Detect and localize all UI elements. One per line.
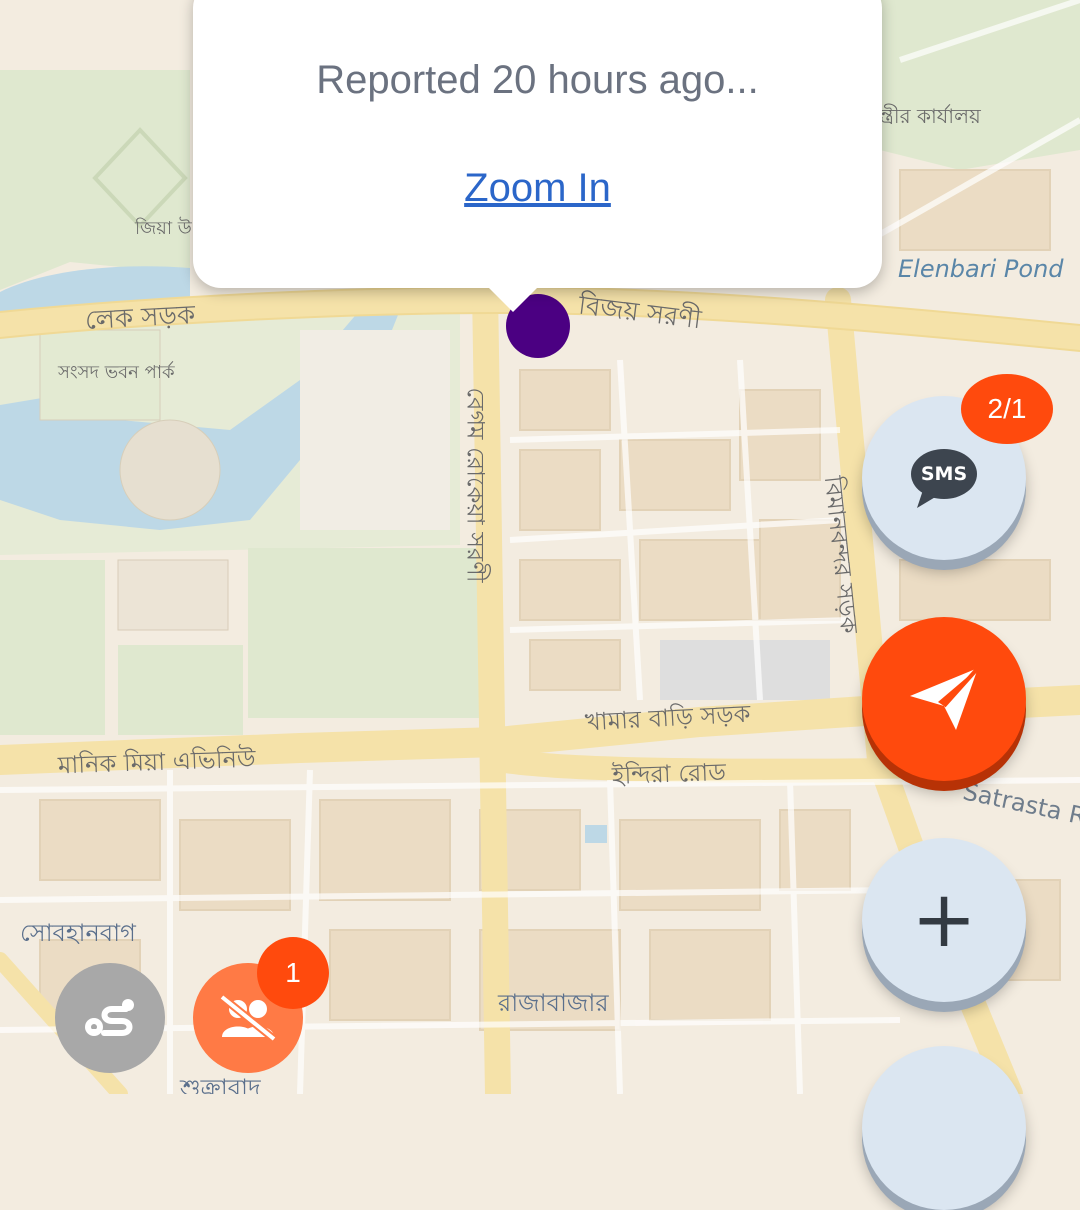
send-report-button[interactable]: [862, 617, 1026, 781]
plus-icon: +: [911, 875, 977, 965]
map-label-rajabazar: রাজাবাজার: [498, 989, 609, 1017]
map-label-shukrabad: শুক্রাবাদ: [180, 1074, 261, 1094]
map-label-sobhanbag: সোবহানবাগ: [20, 919, 136, 947]
zoom-in-link[interactable]: Zoom In: [193, 166, 882, 211]
paper-plane-icon: [910, 666, 980, 730]
report-popup: Reported 20 hours ago... Zoom In: [193, 0, 882, 288]
popup-tail: [487, 286, 539, 312]
sms-icon-label: SMS: [920, 463, 968, 485]
sms-count-badge: 2/1: [961, 374, 1053, 444]
sms-icon: SMS: [909, 448, 979, 508]
crowd-count-badge: 1: [257, 937, 329, 1009]
map-label-indira-road: ইন্দিরা রোড: [611, 758, 727, 790]
report-time-text: Reported 20 hours ago...: [316, 58, 759, 102]
map-label-elenbari: Elenbari Pond: [898, 255, 1064, 283]
map-label-lake-road: লেক সড়ক: [84, 300, 196, 336]
map-label-manik-mia: মানিক মিয়া এভিনিউ: [57, 744, 257, 780]
extra-fab-button[interactable]: [862, 1046, 1026, 1210]
map-label-park: সংসদ ভবন পার্ক: [58, 362, 175, 383]
zoom-plus-button[interactable]: +: [862, 838, 1026, 1002]
map-label-zia: জিয়া উ: [135, 218, 192, 239]
route-button[interactable]: [55, 963, 165, 1073]
map-label-karyalay: ন্ত্রীর কার্যালয়: [880, 104, 981, 128]
map-label-begum-rokeya: বেগম রোকেয়া সরণী: [461, 387, 490, 583]
route-icon: [85, 999, 134, 1036]
